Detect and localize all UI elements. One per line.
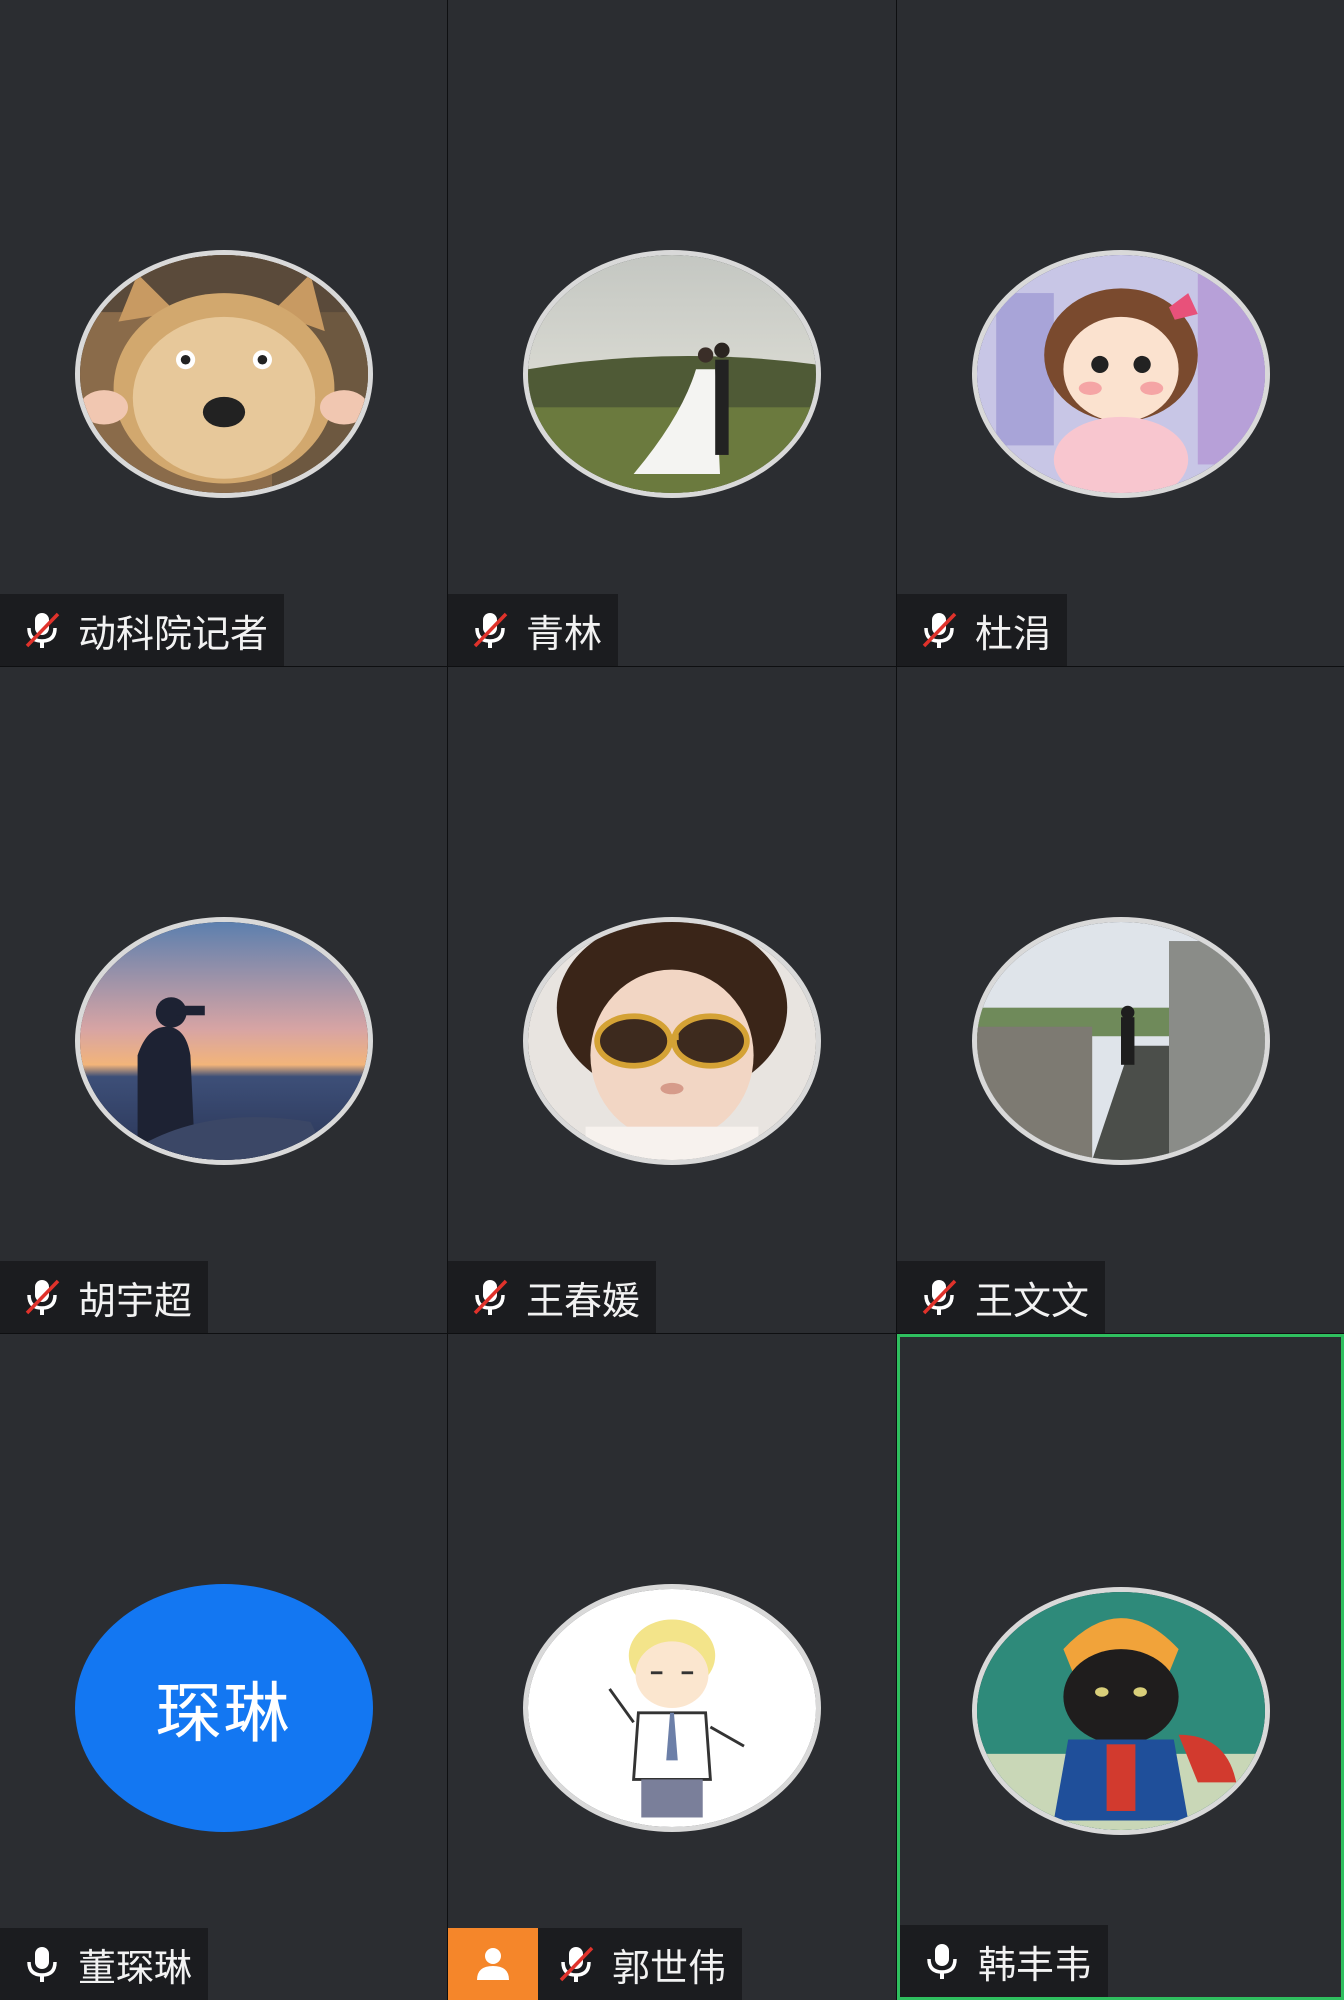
video-grid: 动科院记者 青林 杜涓 胡宇超 王春媛 王文文 琛琳 董琛琳 郭世伟 韩丰韦 [0, 0, 1344, 2000]
participant-tile[interactable]: 王春媛 [448, 667, 896, 1333]
nameplate: 韩丰韦 [900, 1925, 1109, 1997]
participant-tile[interactable]: 郭世伟 [448, 1334, 896, 2000]
participant-name: 动科院记者 [78, 611, 269, 656]
participant-tile[interactable]: 琛琳 董琛琳 [0, 1334, 447, 2000]
participant-tile[interactable]: 王文文 [897, 667, 1344, 1333]
mic-muted-icon[interactable] [913, 604, 965, 656]
mic-muted-icon[interactable] [913, 1271, 965, 1323]
nameplate: 青林 [448, 594, 619, 666]
host-badge [448, 1928, 538, 2000]
nameplate: 动科院记者 [0, 594, 285, 666]
nameplate: 郭世伟 [448, 1928, 743, 2000]
nameplate: 董琛琳 [0, 1928, 209, 2000]
participant-avatar [971, 250, 1270, 498]
participant-name: 王春媛 [526, 1278, 641, 1323]
participant-name: 王文文 [975, 1278, 1090, 1323]
participant-tile[interactable]: 杜涓 [897, 0, 1344, 666]
participant-name: 董琛琳 [78, 1945, 193, 1990]
mic-on-icon[interactable] [16, 1938, 68, 1990]
participant-avatar [523, 250, 821, 498]
mic-muted-icon[interactable] [464, 1271, 516, 1323]
participant-avatar [523, 917, 821, 1165]
nameplate: 王春媛 [448, 1261, 657, 1333]
person-icon [477, 1948, 509, 1980]
participant-tile[interactable]: 胡宇超 [0, 667, 447, 1333]
initials-avatar: 琛琳 [74, 1584, 373, 1832]
participant-avatar [74, 917, 373, 1165]
participant-name: 青林 [526, 611, 603, 656]
participant-tile[interactable]: 青林 [448, 0, 896, 666]
participant-name: 胡宇超 [78, 1278, 193, 1323]
participant-name: 韩丰韦 [978, 1942, 1093, 1987]
nameplate: 胡宇超 [0, 1261, 209, 1333]
participant-tile-active-speaker[interactable]: 韩丰韦 [897, 1334, 1344, 2000]
nameplate: 王文文 [897, 1261, 1106, 1333]
participant-tile[interactable]: 动科院记者 [0, 0, 447, 666]
participant-avatar [74, 250, 373, 498]
mic-muted-icon[interactable] [16, 604, 68, 656]
participant-name: 郭世伟 [612, 1945, 727, 1990]
nameplate: 杜涓 [897, 594, 1068, 666]
participant-name: 杜涓 [975, 611, 1052, 656]
mic-muted-icon[interactable] [550, 1938, 602, 1990]
mic-muted-icon[interactable] [464, 604, 516, 656]
participant-avatar [971, 917, 1270, 1165]
participant-avatar [971, 1587, 1270, 1835]
participant-avatar [523, 1584, 821, 1832]
mic-on-icon[interactable] [916, 1935, 968, 1987]
mic-muted-icon[interactable] [16, 1271, 68, 1323]
